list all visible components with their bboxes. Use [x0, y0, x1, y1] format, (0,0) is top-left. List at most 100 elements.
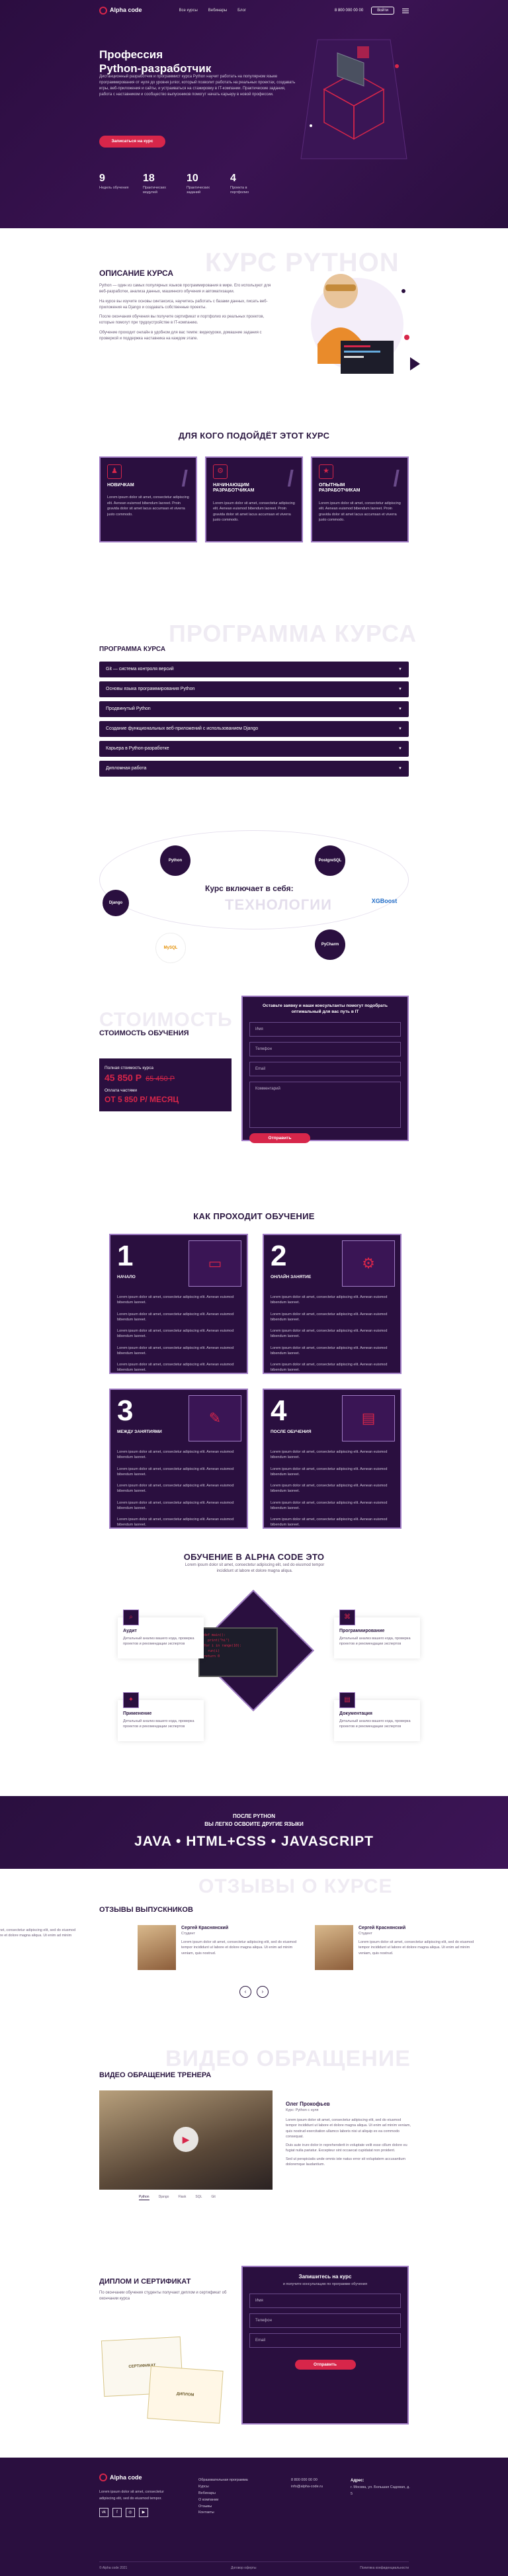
nav-link-webinars[interactable]: Вебинары	[208, 8, 227, 14]
enroll-submit-button[interactable]: Отправить	[294, 2360, 356, 2370]
stat-label: Проекта в портфолио	[230, 186, 249, 195]
tech-badge-label: Python	[168, 858, 183, 863]
footer-link[interactable]: Вебинары	[198, 2491, 271, 2497]
video-player[interactable]: ▶	[99, 2090, 273, 2190]
arrow-left-icon[interactable]: ‹	[239, 1986, 251, 1998]
play-icon[interactable]: ▶	[173, 2127, 198, 2152]
process-title: КАК ПРОХОДИТ ОБУЧЕНИЕ	[193, 1211, 315, 1221]
trainer-name: Олег Прокофьев	[286, 2101, 330, 2107]
video-tab[interactable]: Flask	[178, 2195, 186, 2200]
process-step: 4 ПОСЛЕ ОБУЧЕНИЯ ▤ Lorem ipsum dolor sit…	[263, 1389, 402, 1529]
newbie-icon: ♟	[107, 464, 122, 479]
name-field[interactable]: Имя	[249, 1021, 401, 1037]
program-item[interactable]: Создание функциональных веб-приложений с…	[99, 721, 409, 737]
stat-label: Практических модулей	[143, 186, 167, 195]
header-phone[interactable]: 8 800 000 00 00	[335, 8, 363, 14]
footer-phone[interactable]: 8 800 000 00 00	[291, 2477, 344, 2484]
consult-form-heading: Оставьте заявку и наши консультанты помо…	[263, 1004, 388, 1014]
vk-icon[interactable]: vk	[99, 2507, 108, 2517]
footer-link[interactable]: О компании	[198, 2497, 271, 2504]
price: 45 850 Р 65 450 Р	[105, 1071, 226, 1085]
address-text: г. Москва, ул. Большая Садовая, д. 5	[351, 2485, 410, 2496]
footer-address: Адрес: г. Москва, ул. Большая Садовая, д…	[351, 2477, 410, 2498]
cost-title: СТОИМОСТЬ ОБУЧЕНИЯ	[99, 1029, 189, 1037]
audience-card-text: Lorem ipsum dolor sit amet, consectetur …	[319, 501, 401, 523]
chevron-down-icon: ▼	[398, 667, 402, 671]
nav-link-blog[interactable]: Блог	[237, 8, 246, 14]
chevron-down-icon: ▼	[398, 766, 402, 771]
hero-section: Alpha code Все курсы Вебинары Блог 8 800…	[0, 0, 508, 228]
review-text: Lorem ipsum dolor sit amet, consectetur …	[359, 1940, 474, 1955]
step-list-item: Lorem ipsum dolor sit amet, consectetur …	[271, 1450, 388, 1460]
enroll-form: Запишитесь на курс и получите консультац…	[241, 2266, 409, 2425]
slash-decoration: /	[393, 466, 400, 492]
consult-submit-button[interactable]: Отправить	[249, 1133, 310, 1143]
enroll-button[interactable]: Записаться на курс	[99, 136, 165, 148]
phone-field[interactable]: Телефон	[249, 1041, 401, 1056]
offer-link[interactable]: Договор оферты	[231, 2566, 257, 2571]
phone-field[interactable]: Телефон	[249, 2313, 401, 2329]
stat-value: 9	[99, 173, 105, 184]
feature-card: ⌕ Аудит Детальный анализ вашего кода, пр…	[118, 1610, 204, 1658]
review-role: Студент	[181, 1932, 195, 1936]
chevron-down-icon: ▼	[398, 726, 402, 731]
xgboost-icon: XGBoost	[369, 886, 400, 917]
video-tab[interactable]: Django	[159, 2195, 169, 2200]
email-field[interactable]: Email	[249, 1061, 401, 1076]
footer-link[interactable]: Контакты	[198, 2510, 271, 2516]
policy-link[interactable]: Политика конфиденциальности	[360, 2566, 409, 2571]
social-links: vk f ◎ ▶	[99, 2507, 179, 2517]
logo[interactable]: Alpha code	[99, 6, 142, 15]
audience-card: ★ / ОПЫТНЫМ РАЗРАБОТЧИКАМ Lorem ipsum do…	[311, 456, 409, 542]
footer-link[interactable]: Образовательная программа	[198, 2477, 271, 2484]
consult-form: Оставьте заявку и наши консультанты помо…	[241, 996, 409, 1143]
program-item-label: Создание функциональных веб-приложений с…	[106, 726, 259, 731]
footer-link[interactable]: Курсы	[198, 2484, 271, 2491]
page: Alpha code Все курсы Вебинары Блог 8 800…	[0, 0, 508, 2576]
program-item[interactable]: Карьера в Python-разработке ▼	[99, 741, 409, 757]
nav-link-courses[interactable]: Все курсы	[179, 8, 198, 14]
reviews-ghost-text: ОТЗЫВЫ О КУРСЕ	[198, 1875, 393, 1897]
video-tab[interactable]: SQL	[195, 2195, 202, 2200]
video-tab[interactable]: Python	[139, 2195, 149, 2201]
program-item[interactable]: Git — система контроля версий ▼	[99, 662, 409, 677]
step-list: Lorem ipsum dolor sit amet, consectetur …	[271, 1295, 394, 1373]
audience-title: ДЛЯ КОГО ПОДОЙДЁТ ЭТОТ КУРС	[178, 431, 330, 441]
audience-card: ⚙ / НАЧИНАЮЩИМ РАЗРАБОТЧИКАМ Lorem ipsum…	[205, 456, 303, 542]
footer-logo[interactable]: Alpha code	[99, 2472, 179, 2483]
mysql-icon: MySQL	[155, 933, 186, 963]
name-field[interactable]: Имя	[249, 2294, 401, 2309]
audience-cards: ♟ / НОВИЧКАМ Lorem ipsum dolor sit amet,…	[99, 456, 409, 542]
hero-title: Профессия Python-разработчик	[99, 48, 212, 75]
step-list-item: Lorem ipsum dolor sit amet, consectetur …	[271, 1363, 388, 1373]
video-tab[interactable]: Git	[211, 2195, 215, 2200]
step-list-item: Lorem ipsum dolor sit amet, consectetur …	[271, 1467, 388, 1477]
reviews-title: ОТЗЫВЫ ВЫПУСКНИКОВ	[99, 1906, 193, 1914]
instagram-icon[interactable]: ◎	[126, 2507, 135, 2517]
avatar	[315, 1925, 353, 1970]
audit-icon: ⌕	[123, 1610, 139, 1625]
about-paragraph: На курсе вы изучите основы синтаксиса, н…	[99, 299, 268, 310]
signin-button[interactable]: Войти	[371, 6, 394, 15]
step-list-item: Lorem ipsum dolor sit amet, consectetur …	[117, 1329, 234, 1339]
email-field[interactable]: Email	[249, 2333, 401, 2348]
about-paragraph: Python — один из самых популярных языков…	[99, 284, 271, 294]
youtube-icon[interactable]: ▶	[139, 2507, 148, 2517]
site-header: Alpha code Все курсы Вебинары Блог 8 800…	[99, 5, 409, 16]
program-item[interactable]: Продвинутый Python ▼	[99, 701, 409, 717]
program-item-label: Основы языка программирования Python	[106, 686, 195, 691]
review-card: Lorem ipsum dolor sit amet, consectetur …	[0, 1925, 126, 1970]
postgresql-icon: PostgreSQL	[315, 845, 345, 876]
program-item[interactable]: Основы языка программирования Python ▼	[99, 681, 409, 697]
homework-icon: ✎	[189, 1395, 241, 1441]
comment-field[interactable]: Комментарий	[249, 1081, 401, 1128]
facebook-icon[interactable]: f	[112, 2507, 122, 2517]
review-body: Lorem ipsum dolor sit amet, consectetur …	[0, 1925, 83, 1970]
menu-icon[interactable]	[402, 8, 409, 13]
footer-link[interactable]: Отзывы	[198, 2504, 271, 2511]
arrow-right-icon[interactable]: ›	[257, 1986, 269, 1998]
chevron-down-icon: ▼	[398, 687, 402, 691]
footer-email[interactable]: info@alpha-code.ru	[291, 2484, 344, 2491]
program-item[interactable]: Дипломная работа ▼	[99, 761, 409, 777]
step-list-item: Lorem ipsum dolor sit amet, consectetur …	[117, 1346, 234, 1355]
